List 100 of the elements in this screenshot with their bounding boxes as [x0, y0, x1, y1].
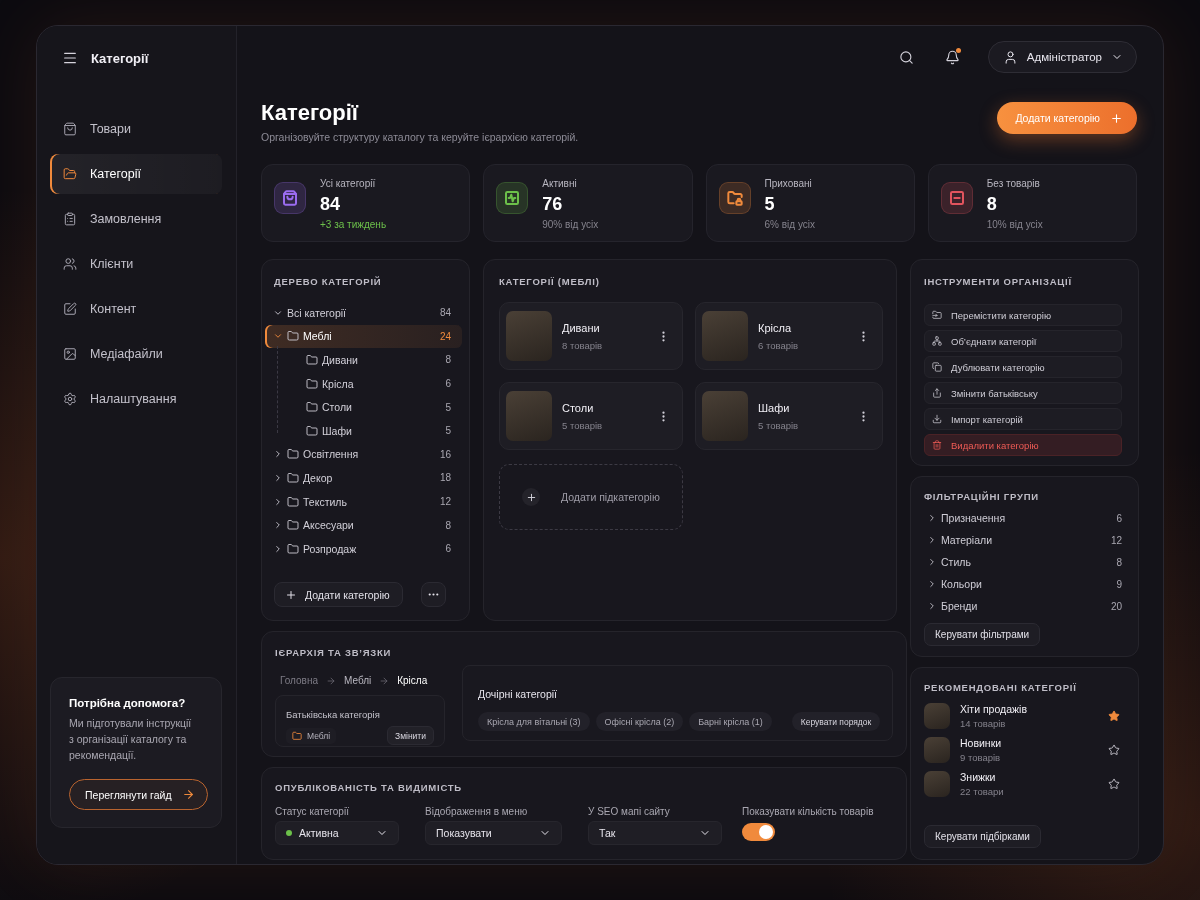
tree-item[interactable]: Шафи 5 — [265, 418, 462, 443]
folder-icon — [287, 330, 299, 343]
stat-note: 90% від усіх — [542, 219, 599, 230]
nav-item[interactable]: Налаштування — [50, 379, 222, 419]
tree-item[interactable]: Столи 5 — [265, 395, 462, 419]
tool-button[interactable]: Видалити категорію — [924, 434, 1122, 456]
change-button[interactable]: Змінити — [387, 726, 434, 745]
category-card[interactable]: Дивани 8 товарів — [499, 302, 683, 370]
item-count: 6 товарів — [758, 339, 800, 351]
star-icon[interactable] — [1108, 744, 1120, 756]
nav-item[interactable]: Медіафайли — [50, 334, 222, 374]
select-field[interactable]: Так — [588, 821, 722, 845]
stat-label: Активні — [542, 178, 578, 189]
item-count: 24 — [439, 330, 451, 342]
tree-item[interactable]: Меблі 24 — [265, 324, 462, 349]
clipboard-icon — [63, 212, 77, 226]
item-count: 9 товарів — [960, 752, 1002, 763]
item-count: 8 — [445, 354, 451, 366]
image-icon — [63, 347, 77, 361]
stat-value: 76 — [542, 194, 564, 215]
nav-item[interactable]: Контент — [50, 289, 222, 329]
guide-button[interactable]: Переглянути гайд — [69, 779, 208, 810]
arrow-right-icon — [326, 675, 336, 686]
category-card[interactable]: Шафи 5 товарів — [695, 382, 883, 450]
photo-placeholder — [924, 771, 950, 797]
category-name: Шафи — [758, 401, 791, 414]
filter-group[interactable]: Стиль 8 — [924, 551, 1122, 573]
category-card[interactable]: Столи 5 товарів — [499, 382, 683, 450]
download-icon — [932, 414, 942, 424]
folder-icon — [287, 448, 299, 461]
field-label: Статус категорії — [275, 806, 350, 817]
menu-button[interactable] — [62, 50, 78, 66]
item-count: 5 товарів — [562, 419, 604, 431]
filter-group[interactable]: Матеріали 12 — [924, 529, 1122, 551]
folder-icon — [287, 495, 299, 508]
item-count: 6 — [445, 378, 451, 390]
chevron-right-icon[interactable] — [273, 520, 283, 531]
folder-icon — [63, 167, 77, 181]
tool-button[interactable]: Об’єднати категорії — [924, 330, 1122, 352]
category-name: Столи — [562, 401, 595, 414]
category-chip[interactable]: Офісні крісла (2) — [595, 712, 684, 731]
chevron-right-icon[interactable] — [273, 472, 283, 483]
tool-button[interactable]: Імпорт категорій — [924, 408, 1122, 430]
page-title: Категорії — [261, 101, 360, 125]
category-card[interactable]: Крісла 6 товарів — [695, 302, 883, 370]
settings-icon — [63, 392, 77, 406]
child-categories-title: Дочірні категорії — [478, 688, 558, 700]
help-title: Потрібна допомога? — [69, 697, 187, 709]
panel-title: ФІЛЬТРАЦІЙНІ ГРУПИ — [924, 491, 1040, 503]
chevron-right-icon[interactable] — [273, 449, 283, 460]
breadcrumb-link[interactable]: Крісла — [397, 675, 428, 686]
select-field[interactable]: Показувати — [425, 821, 562, 845]
photo-placeholder — [924, 703, 950, 729]
add-category-button[interactable]: Додати категорію — [274, 582, 403, 607]
panel-title: ОПУБЛІКОВАНІСТЬ ТА ВИДИМІСТЬ — [275, 782, 463, 794]
toggle-switch[interactable] — [742, 823, 775, 841]
item-count: 12 — [439, 496, 451, 508]
category-chip[interactable]: Барні крісла (1) — [689, 712, 772, 731]
filter-group[interactable]: Кольори 9 — [924, 573, 1122, 595]
tool-button[interactable]: Перемістити категорію — [924, 304, 1122, 326]
tree-item[interactable]: Розпродаж 6 — [265, 536, 462, 561]
add-subcategory-button[interactable]: Додати підкатегорію — [499, 464, 683, 530]
manage-collections-button[interactable]: Керувати підбірками — [924, 825, 1041, 848]
nav-item[interactable]: Замовлення — [50, 199, 222, 239]
category-chip[interactable]: Крісла для вітальні (3) — [478, 712, 590, 731]
nav-item[interactable]: Клієнти — [50, 244, 222, 284]
manage-order-button[interactable]: Керувати порядок — [791, 712, 881, 731]
trash-icon — [932, 440, 942, 450]
manage-filters-button[interactable]: Керувати фільтрами — [924, 623, 1041, 646]
parent-category-label: Батьківська категорія — [286, 709, 380, 720]
tool-button[interactable]: Змінити батьківську — [924, 382, 1122, 404]
tree-item[interactable]: Всі категорії 84 — [265, 301, 462, 325]
chevron-right-icon[interactable] — [273, 496, 283, 507]
help-text: Ми підготували інструкції з організації каталогу та рекомендації. — [69, 716, 193, 763]
nav-item[interactable]: Категорії — [50, 154, 222, 194]
star-icon[interactable] — [1108, 778, 1120, 790]
item-count: 12 — [1110, 534, 1122, 546]
upload-icon — [932, 388, 942, 398]
tree-item[interactable]: Текстиль 12 — [265, 489, 462, 514]
user-menu-button[interactable]: Адміністратор — [987, 41, 1137, 73]
item-count: 20 — [1110, 600, 1122, 612]
nav-item[interactable]: Товари — [50, 109, 222, 149]
tree-item[interactable]: Декор 18 — [265, 466, 462, 490]
tool-button[interactable]: Дублювати категорію — [924, 356, 1122, 378]
item-count: 8 товарів — [562, 339, 604, 351]
folder-icon — [287, 471, 299, 484]
tree-item[interactable]: Освітлення 16 — [265, 442, 462, 467]
select-field[interactable]: Активна — [275, 821, 399, 845]
collection-name: Хіти продажів — [960, 703, 1028, 715]
filter-group[interactable]: Бренди 20 — [924, 595, 1122, 617]
more-button[interactable] — [421, 582, 446, 607]
chevron-right-icon[interactable] — [273, 543, 283, 554]
tree-item[interactable]: Дивани 8 — [265, 348, 462, 372]
tree-item[interactable]: Аксесуари 8 — [265, 513, 462, 537]
tree-item[interactable]: Крісла 6 — [265, 371, 462, 396]
network-icon — [932, 336, 942, 346]
breadcrumb-link[interactable]: Меблі — [344, 675, 372, 686]
breadcrumb-link[interactable]: Головна — [280, 675, 318, 686]
filter-group[interactable]: Призначення 6 — [924, 507, 1122, 529]
star-icon[interactable] — [1108, 710, 1120, 722]
